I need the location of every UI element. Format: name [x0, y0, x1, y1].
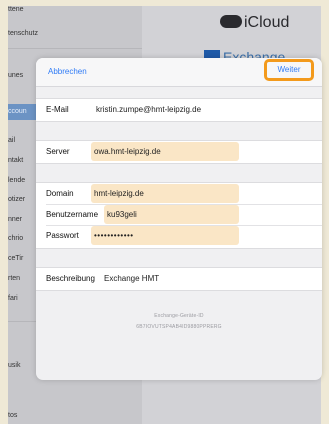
- sidebar-item[interactable]: chrio: [8, 235, 23, 242]
- cancel-button[interactable]: Abbrechen: [48, 67, 87, 76]
- description-label: Beschreibung: [46, 274, 95, 283]
- username-label: Benutzername: [46, 210, 99, 219]
- server-group: Server owa.hmt-leipzig.de: [36, 140, 322, 164]
- sidebar-item[interactable]: fari: [8, 295, 18, 302]
- domain-value: hmt-leipzig.de: [94, 189, 144, 198]
- email-group: E-Mail kristin.zumpe@hmt-leipzig.de: [36, 98, 322, 122]
- sidebar-item[interactable]: lende: [8, 177, 25, 184]
- credentials-group: Domain hmt-leipzig.de Benutzername ku93g…: [36, 182, 322, 249]
- email-row[interactable]: E-Mail kristin.zumpe@hmt-leipzig.de: [36, 100, 322, 120]
- cloud-icon: [220, 15, 242, 28]
- server-value: owa.hmt-leipzig.de: [94, 147, 161, 156]
- username-row[interactable]: Benutzername ku93geli: [36, 205, 322, 225]
- exchange-account-dialog: Abbrechen Weiter E-Mail kristin.zumpe@hm…: [36, 58, 322, 380]
- sidebar-item[interactable]: tos: [8, 412, 17, 419]
- password-row[interactable]: Passwort ••••••••••••: [36, 226, 322, 246]
- sidebar-item[interactable]: ntakt: [8, 157, 23, 164]
- sidebar-item[interactable]: usik: [8, 362, 20, 369]
- domain-row[interactable]: Domain hmt-leipzig.de: [36, 184, 322, 204]
- device-id-title: Exchange-Geräte-ID: [154, 313, 204, 319]
- server-field[interactable]: owa.hmt-leipzig.de: [91, 142, 239, 161]
- description-row[interactable]: Beschreibung Exchange HMT: [36, 269, 322, 289]
- sidebar-item[interactable]: nner: [8, 216, 22, 223]
- sidebar-item: tenschutz: [8, 30, 38, 37]
- description-group: Beschreibung Exchange HMT: [36, 267, 322, 291]
- sidebar-item: ttene: [8, 6, 24, 13]
- sidebar-item[interactable]: ceTir: [8, 255, 23, 262]
- email-label: E-Mail: [46, 105, 69, 114]
- username-value: ku93geli: [107, 210, 137, 219]
- sidebar-item[interactable]: ail: [8, 137, 15, 144]
- icloud-label: iCloud: [244, 14, 290, 31]
- email-field[interactable]: kristin.zumpe@hmt-leipzig.de: [96, 105, 201, 114]
- icloud-option[interactable]: iCloud: [220, 14, 289, 32]
- domain-label: Domain: [46, 189, 74, 198]
- password-label: Passwort: [46, 231, 79, 240]
- domain-field[interactable]: hmt-leipzig.de: [91, 184, 239, 203]
- server-label: Server: [46, 147, 70, 156]
- password-value: ••••••••••••: [94, 231, 134, 240]
- username-field[interactable]: ku93geli: [104, 205, 239, 224]
- divider: [8, 48, 142, 49]
- device-id: 6B7IOVUTSP4AB4ID9880PPRERG: [136, 324, 222, 330]
- description-field[interactable]: Exchange HMT: [104, 274, 159, 283]
- password-field[interactable]: ••••••••••••: [91, 226, 239, 245]
- dialog-navbar: Abbrechen Weiter: [36, 58, 322, 87]
- server-row[interactable]: Server owa.hmt-leipzig.de: [36, 142, 322, 162]
- sidebar-item: unes: [8, 72, 24, 79]
- sidebar-item[interactable]: otizer: [8, 196, 25, 203]
- sidebar-item[interactable]: rten: [8, 275, 20, 282]
- next-button[interactable]: Weiter: [264, 59, 314, 81]
